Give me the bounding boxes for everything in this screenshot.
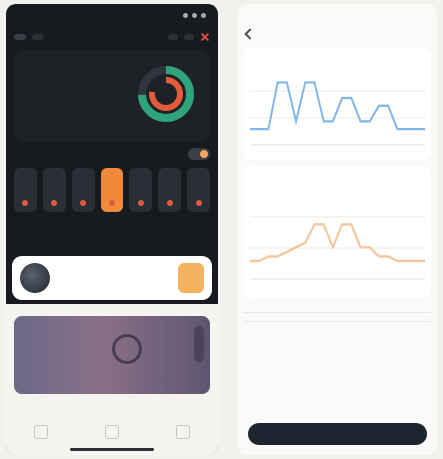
series-line-1 [250, 81, 425, 131]
media-section-header [6, 304, 218, 316]
bar-tick [51, 200, 58, 206]
section-toggle[interactable] [188, 148, 210, 160]
media-side-handle [194, 326, 204, 362]
status-bar [6, 4, 218, 26]
progress-ring [138, 66, 194, 122]
bar-item[interactable] [187, 168, 211, 212]
user-card-badge [178, 263, 204, 293]
user-card[interactable] [12, 256, 212, 300]
tab-secondary[interactable] [32, 34, 44, 40]
top-bar-actions [168, 32, 210, 42]
primary-button[interactable] [248, 423, 427, 445]
bar-item[interactable] [42, 168, 66, 212]
nav-profile-icon[interactable] [175, 425, 190, 439]
right-phone [238, 4, 437, 455]
bar-item[interactable] [129, 168, 153, 212]
right-header [238, 26, 437, 42]
list-item[interactable] [244, 313, 431, 322]
settings-list [244, 304, 431, 322]
close-icon[interactable] [200, 32, 210, 42]
top-bar [6, 26, 218, 44]
nav-home-icon[interactable] [34, 425, 49, 439]
section-header [6, 142, 218, 164]
summary-card [14, 50, 210, 142]
bar-strip [6, 164, 218, 212]
chart-panel-1 [244, 48, 431, 160]
bar-item-active[interactable] [100, 168, 124, 212]
bar-item[interactable] [71, 168, 95, 212]
home-indicator [70, 448, 154, 451]
status-signal [183, 12, 206, 18]
bar-tick [109, 200, 115, 206]
bar-tick [166, 200, 173, 206]
media-ring-icon [112, 334, 142, 364]
tab-tertiary[interactable] [50, 34, 62, 40]
status-bar [238, 4, 437, 26]
wifi-icon [192, 12, 197, 18]
chart-grid-1 [250, 90, 425, 146]
bar-tick [80, 200, 87, 206]
media-banner[interactable] [14, 316, 210, 394]
signal-icon [183, 12, 188, 18]
top-action-2[interactable] [184, 34, 194, 40]
screenshot-canvas [0, 0, 443, 459]
tab-primary[interactable] [14, 34, 26, 40]
bottom-area [6, 304, 218, 455]
list-item[interactable] [244, 304, 431, 313]
left-phone [6, 4, 218, 455]
bar-item[interactable] [14, 168, 37, 212]
bar-item[interactable] [158, 168, 182, 212]
bottom-nav [6, 419, 218, 445]
series-line-2 [250, 223, 425, 263]
chart-panel-2 [244, 166, 431, 298]
avatar [20, 263, 50, 293]
line-chart-1 [250, 81, 425, 146]
top-action-1[interactable] [168, 34, 178, 40]
line-chart-2 [250, 216, 425, 280]
battery-icon [201, 12, 206, 18]
chart-grid-2 [250, 216, 425, 280]
bar-tick [22, 200, 29, 206]
nav-center-icon[interactable] [104, 425, 119, 439]
back-icon[interactable] [244, 28, 256, 40]
bar-tick [137, 200, 144, 206]
bar-tick [195, 200, 202, 206]
